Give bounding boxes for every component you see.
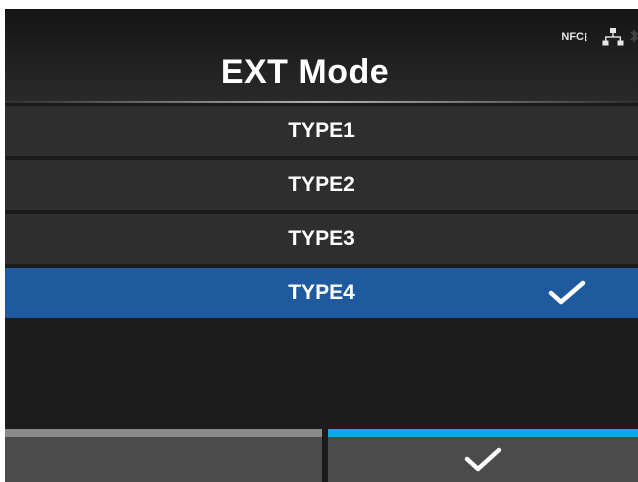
network-icon [602,28,624,46]
option-type2[interactable]: TYPE2 [5,160,638,210]
check-icon [464,447,502,471]
option-list: TYPE1 TYPE2 TYPE3 TYPE4 [5,106,638,322]
selected-check-icon [548,280,586,305]
option-type3[interactable]: TYPE3 [5,214,638,264]
option-label: TYPE2 [288,173,355,196]
option-type1[interactable]: TYPE1 [5,106,638,156]
screen: NFC EXT Mode TYPE1 TYPE2 TYPE3 TYPE4 [5,9,638,482]
confirm-button[interactable] [328,429,638,482]
option-type4[interactable]: TYPE4 [5,268,638,318]
nfc-label: NFC [561,31,584,43]
back-button[interactable] [5,429,322,482]
page-title: EXT Mode [220,53,390,91]
option-label: TYPE1 [288,119,355,142]
footer [5,429,638,482]
option-label: TYPE3 [288,227,355,250]
bluetooth-icon [630,29,638,43]
header-divider [5,101,638,103]
option-label: TYPE4 [288,281,355,304]
status-bar: NFC [561,25,638,49]
header: NFC EXT Mode [5,9,638,102]
nfc-icon: NFC [561,31,596,43]
